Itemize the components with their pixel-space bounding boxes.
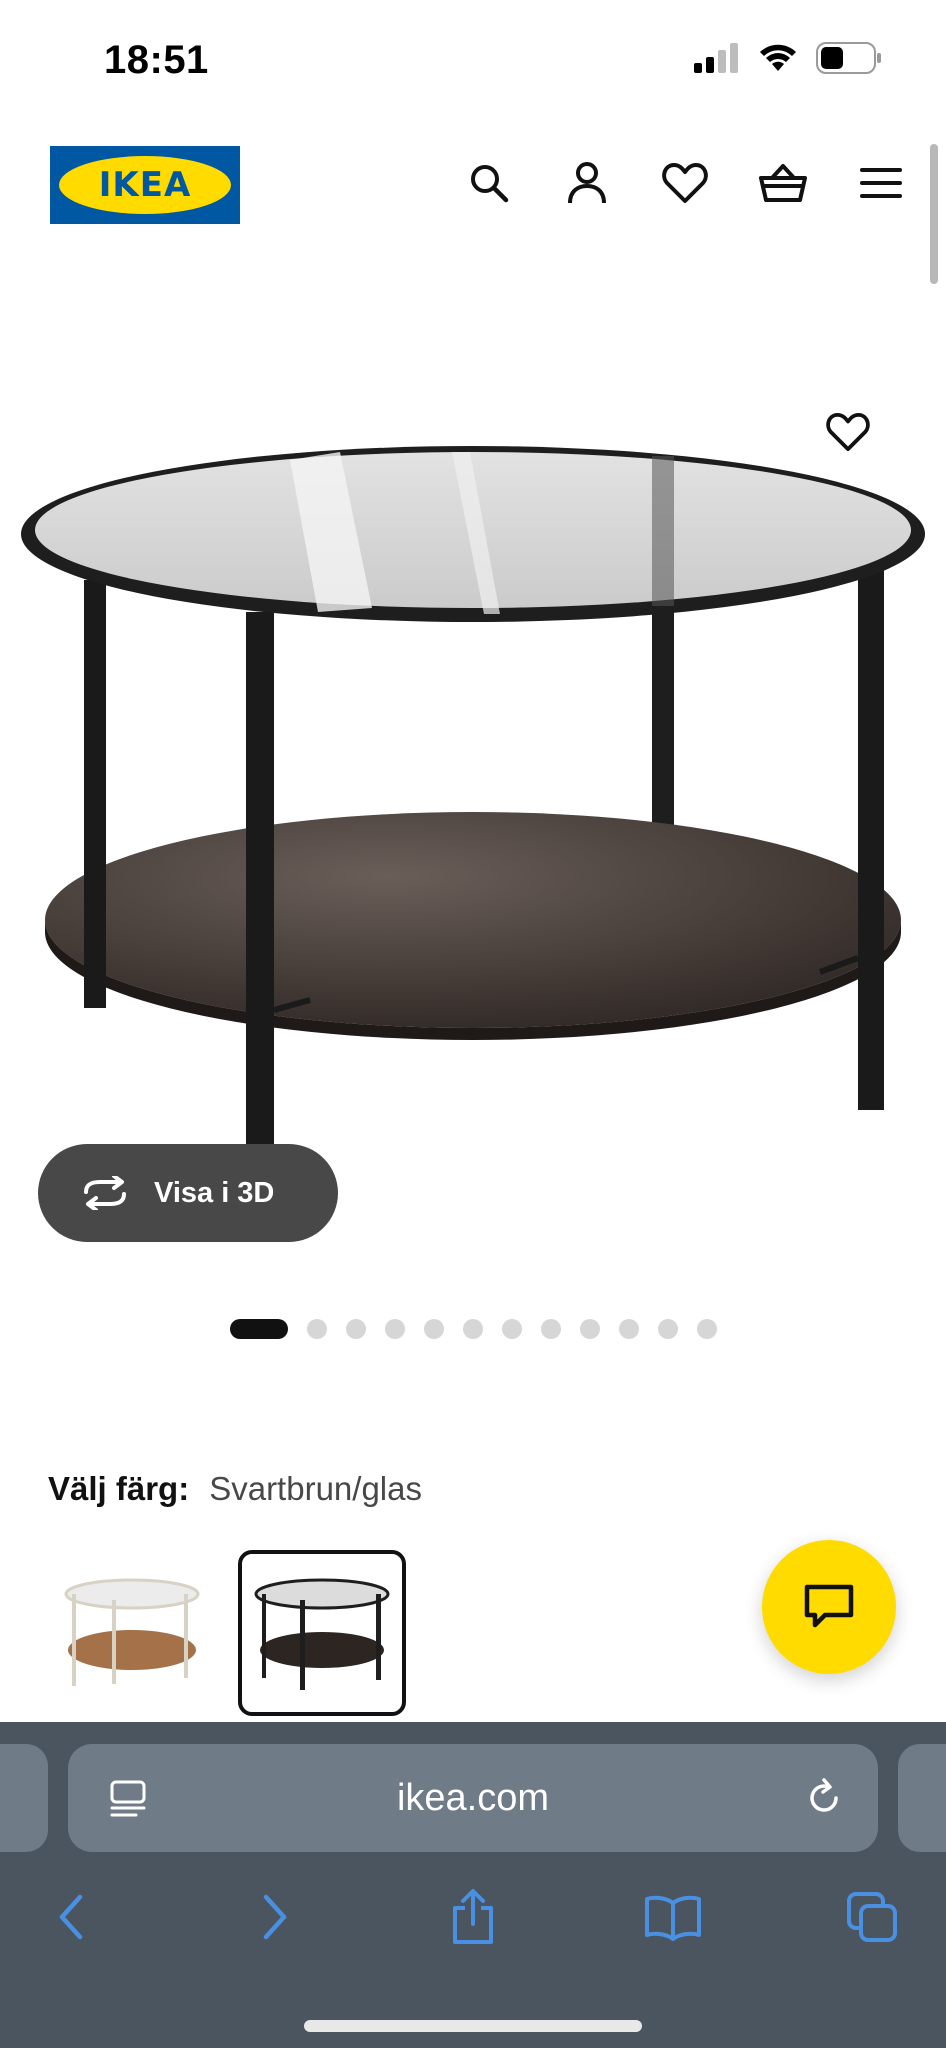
browser-bottom-bar: ikea.com: [0, 1722, 946, 2048]
battery-icon: [816, 42, 881, 74]
menu-icon[interactable]: [856, 158, 906, 208]
heart-icon[interactable]: [660, 158, 710, 208]
color-option-walnut-white[interactable]: [48, 1550, 216, 1716]
tabs-icon: [847, 1892, 897, 1942]
share-button[interactable]: [438, 1882, 508, 1952]
previous-tab-preview[interactable]: [0, 1744, 48, 1852]
cellular-signal-icon: [694, 43, 738, 73]
header-nav: [464, 158, 906, 208]
account-icon[interactable]: [562, 158, 612, 208]
carousel-dot[interactable]: [424, 1319, 444, 1339]
carousel-dot[interactable]: [697, 1319, 717, 1339]
carousel-dot[interactable]: [385, 1319, 405, 1339]
favorite-button[interactable]: [820, 404, 876, 460]
carousel-dot[interactable]: [658, 1319, 678, 1339]
site-header: IKEA: [0, 130, 946, 240]
carousel-dot[interactable]: [346, 1319, 366, 1339]
next-tab-preview[interactable]: [898, 1744, 946, 1852]
carousel-dot[interactable]: [463, 1319, 483, 1339]
chat-button[interactable]: [762, 1540, 896, 1674]
rotate-3d-icon: [84, 1176, 126, 1210]
status-icons: [694, 42, 882, 74]
image-carousel-dots: [230, 1318, 717, 1340]
bookmarks-button[interactable]: [638, 1882, 708, 1952]
carousel-dot[interactable]: [580, 1319, 600, 1339]
black-table-thumbnail: [254, 1578, 390, 1690]
share-icon: [453, 1889, 493, 1944]
back-button[interactable]: [36, 1882, 106, 1952]
browser-toolbar: [0, 1872, 946, 1972]
view-in-3d-label: Visa i 3D: [154, 1176, 275, 1209]
home-indicator[interactable]: [304, 2020, 642, 2032]
selected-color-value: Svartbrun/glas: [209, 1470, 422, 1507]
carousel-dot[interactable]: [541, 1319, 561, 1339]
basket-icon[interactable]: [758, 158, 808, 208]
chat-bubble-icon: [804, 1584, 854, 1628]
heart-icon: [826, 412, 870, 452]
carousel-dot[interactable]: [502, 1319, 522, 1339]
back-icon: [59, 1894, 83, 1940]
logo-text: IKEA: [98, 165, 192, 205]
tabs-button[interactable]: [838, 1882, 908, 1952]
status-time: 18:51: [104, 38, 209, 82]
bookmarks-icon: [645, 1895, 701, 1941]
logo-oval: IKEA: [59, 156, 231, 214]
address-bar[interactable]: ikea.com: [68, 1744, 878, 1852]
view-in-3d-button[interactable]: Visa i 3D: [38, 1144, 338, 1242]
reload-icon[interactable]: [802, 1776, 846, 1820]
wifi-icon: [760, 44, 796, 71]
carousel-dot-active[interactable]: [230, 1319, 288, 1339]
ikea-logo[interactable]: IKEA: [50, 146, 240, 224]
forward-button[interactable]: [240, 1882, 310, 1952]
walnut-table-thumbnail: [64, 1578, 200, 1686]
search-icon[interactable]: [464, 158, 514, 208]
page-menu-icon[interactable]: [108, 1778, 148, 1818]
forward-icon: [263, 1894, 287, 1940]
color-option-black-brown-glass[interactable]: [238, 1550, 406, 1716]
address-text: ikea.com: [396, 1776, 550, 1819]
carousel-dot[interactable]: [619, 1319, 639, 1339]
color-selector: Välj färg: Svartbrun/glas: [48, 1470, 422, 1508]
color-label: Välj färg:: [48, 1470, 190, 1507]
carousel-dot[interactable]: [307, 1319, 327, 1339]
status-bar: 18:51: [0, 0, 946, 120]
product-image[interactable]: [0, 260, 946, 1260]
